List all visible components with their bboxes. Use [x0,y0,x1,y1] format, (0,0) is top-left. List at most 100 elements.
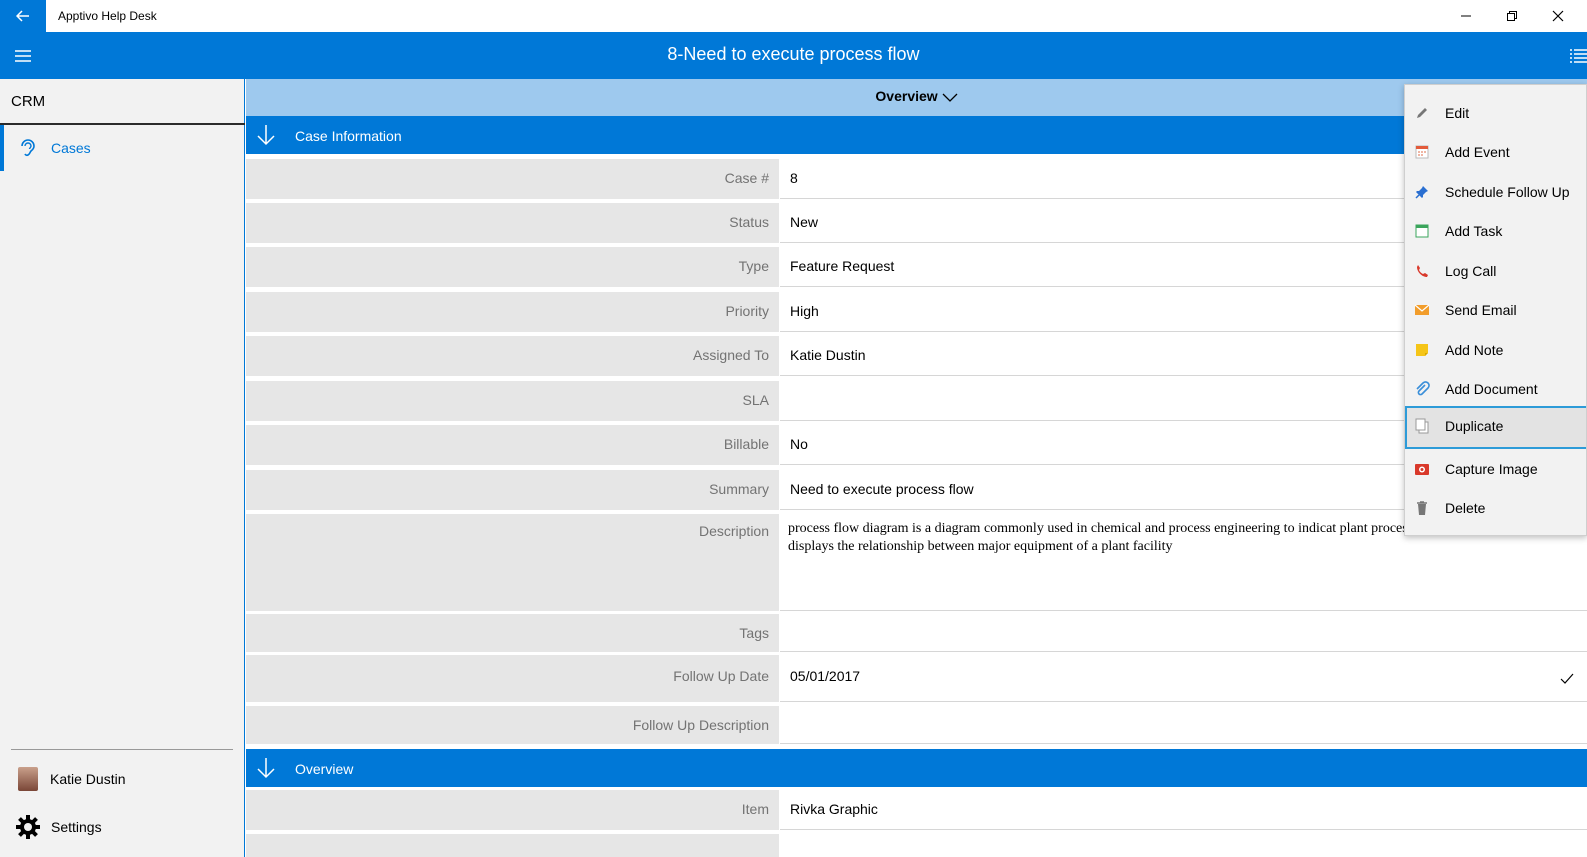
field-row: Description process flow diagram is a di… [246,514,1587,611]
section-overview[interactable]: Overview [246,749,1587,787]
back-arrow-icon [16,10,29,22]
context-menu: Edit Add Event Schedule Follow Up Add Ta… [1404,84,1587,536]
restore-button[interactable] [1489,0,1535,32]
menu-item-label: Schedule Follow Up [1445,184,1570,200]
menu-item-capture-image[interactable]: Capture Image [1405,449,1586,489]
envelope-icon [1414,304,1430,315]
menu-item-send-email[interactable]: Send Email [1405,290,1586,330]
paperclip-icon [1416,381,1430,396]
field-label: Status [246,203,779,243]
close-icon [1552,10,1564,22]
field-value[interactable] [780,834,1587,857]
app-title: Apptivo Help Desk [58,9,157,23]
field-label: Case # [246,159,779,199]
field-label: Follow Up Description [246,706,779,744]
pencil-icon [1417,108,1427,118]
menu-item-label: Delete [1445,500,1486,516]
menu-item-label: Add Document [1445,381,1538,397]
field-row: Case # 8 [246,159,1587,199]
user-profile[interactable]: Katie Dustin [0,764,244,794]
menu-item-add-note[interactable]: Add Note [1405,330,1586,370]
user-name: Katie Dustin [50,771,126,787]
field-row [246,834,1587,857]
sidebar-item-cases[interactable]: Cases [0,125,244,171]
chevron-down-icon [942,93,958,103]
field-row: Status New [246,203,1587,243]
task-calendar-icon [1415,224,1429,238]
trash-icon [1417,501,1427,515]
menu-item-duplicate[interactable]: Duplicate [1405,406,1586,449]
divider [11,749,233,750]
field-label: Summary [246,470,779,510]
section-title: Overview [295,761,354,777]
field-label: Billable [246,425,779,465]
settings-button[interactable]: Settings [0,812,244,842]
arrow-down-icon [257,758,275,779]
menu-item-schedule-follow-up[interactable]: Schedule Follow Up [1405,172,1586,212]
settings-label: Settings [51,819,102,835]
selection-indicator [0,125,4,171]
field-label: Type [246,247,779,287]
field-label: Priority [246,292,779,332]
sidebar-item-label: Cases [51,140,91,156]
field-label: Assigned To [246,336,779,376]
field-row: Assigned To Katie Dustin [246,336,1587,376]
menu-item-add-document[interactable]: Add Document [1405,369,1586,409]
section-title: Case Information [295,128,402,144]
note-icon [1416,344,1428,356]
field-row: SLA [246,381,1587,421]
back-button[interactable] [0,0,46,32]
field-row: Item Rivka Graphic [246,790,1587,830]
checkmark-icon[interactable] [1559,671,1575,687]
field-row: Type Feature Request [246,247,1587,287]
menu-item-label: Capture Image [1445,461,1538,477]
pin-icon [1415,186,1428,199]
copy-icon [1415,418,1429,434]
title-bar: Apptivo Help Desk [0,0,1587,32]
menu-item-label: Edit [1445,105,1470,121]
view-selector-label: Overview [246,88,1587,104]
page-title: 8-Need to execute process flow [667,44,920,64]
gear-icon [16,815,40,839]
camera-icon [1415,464,1429,475]
list-icon [1570,49,1587,63]
field-row: Priority High [246,292,1587,332]
phone-icon [1417,265,1428,277]
menu-item-add-event[interactable]: Add Event [1405,132,1586,172]
arrow-down-icon [257,125,275,146]
field-row: Tags [246,614,1587,652]
more-actions-button[interactable] [1563,48,1587,64]
date-picker[interactable]: 05/01/2017 [780,655,1587,702]
menu-item-log-call[interactable]: Log Call [1405,251,1586,291]
tags-input[interactable] [780,614,1587,652]
field-row: Summary Need to execute process flow [246,470,1587,510]
menu-item-edit[interactable]: Edit [1405,93,1586,133]
calendar-icon [1415,145,1429,159]
field-value[interactable] [780,706,1587,744]
minimize-icon [1461,15,1471,17]
field-value[interactable]: Rivka Graphic [780,790,1587,830]
avatar [18,767,38,791]
menu-item-label: Send Email [1445,302,1517,318]
field-label: Tags [246,614,779,652]
close-button[interactable] [1535,0,1581,32]
menu-item-delete[interactable]: Delete [1405,488,1586,528]
menu-item-add-task[interactable]: Add Task [1405,211,1586,251]
field-label: Follow Up Date [246,655,779,702]
minimize-button[interactable] [1443,0,1489,32]
field-label: Item [246,790,779,830]
field-row: Billable No [246,425,1587,465]
restore-icon [1507,11,1517,21]
menu-item-label: Add Task [1445,223,1503,239]
sidebar: CRM Cases Katie Dustin Settings [0,79,245,857]
field-label [246,834,779,857]
section-case-information[interactable]: Case Information [246,116,1587,154]
field-label: Description [246,514,779,611]
menu-item-label: Log Call [1445,263,1497,279]
menu-item-label: Duplicate [1445,418,1504,434]
main-content: Overview Case Information Case # 8 Statu… [246,79,1587,857]
menu-item-label: Add Note [1445,342,1504,358]
field-label: SLA [246,381,779,421]
menu-item-label: Add Event [1445,144,1510,160]
view-selector[interactable]: Overview [246,79,1587,116]
